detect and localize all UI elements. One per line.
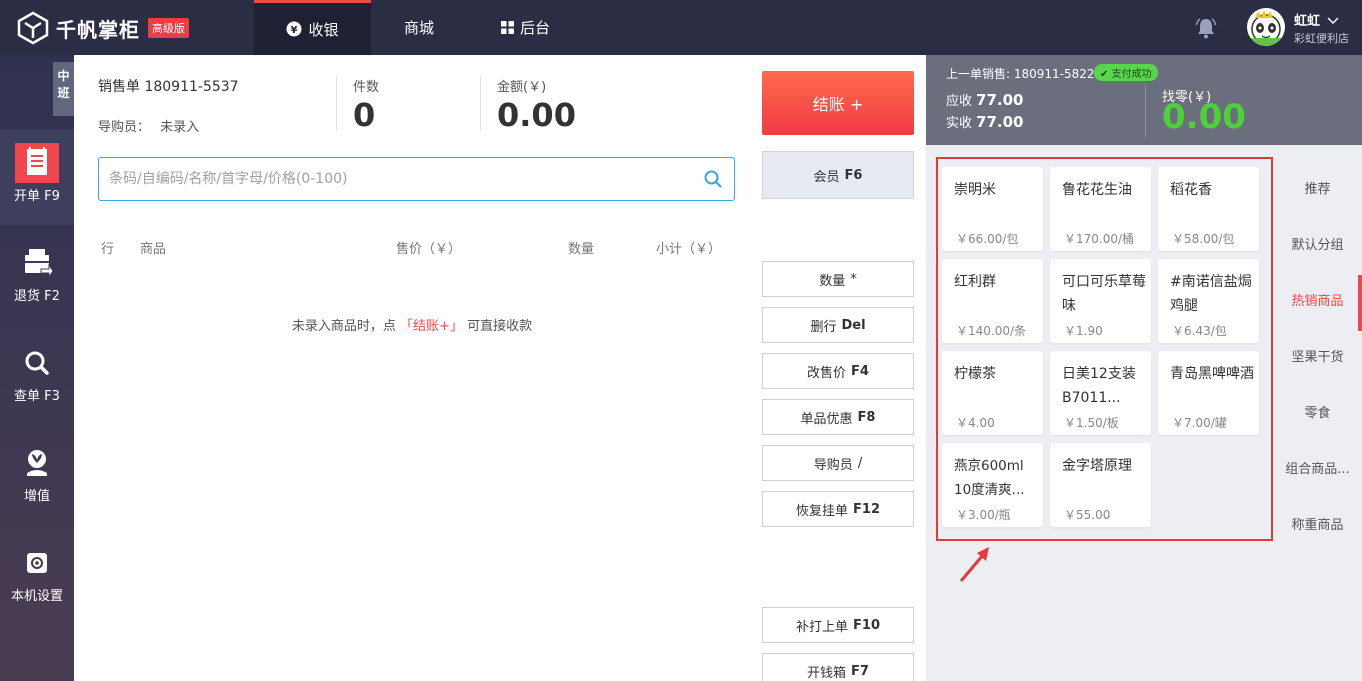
- member-button[interactable]: 会员 F6: [762, 151, 914, 199]
- column-header-subtotal: 小计（￥）: [656, 242, 722, 257]
- top-bar: 千帆掌柜 高级版 ¥ 收银 商城 后台 虹虹 彩虹便利店: [0, 0, 1362, 55]
- chevron-down-icon: [1327, 17, 1339, 25]
- quantity-button[interactable]: 数量 *: [762, 261, 914, 297]
- product-card[interactable]: 柠檬茶 ￥4.00: [942, 351, 1043, 435]
- nav-tab-label: 商城: [403, 19, 434, 37]
- last-sale-panel: 上一单销售: 180911-5822 ✔ 支付成功 应收 77.00 实收 77.0…: [926, 55, 1362, 145]
- gear-icon: [27, 553, 47, 573]
- product-card[interactable]: 燕京600ml 10度清爽... ￥3.00/瓶: [942, 443, 1043, 527]
- check-circle-icon: ✔: [1100, 69, 1109, 80]
- product-card[interactable]: 稻花香 ￥58.00/包: [1158, 167, 1259, 251]
- sidebar-item-label: 本机设置: [10, 589, 63, 604]
- product-card[interactable]: 金字塔原理 ￥55.00: [1050, 443, 1151, 527]
- nav-tab-cashier[interactable]: ¥ 收银: [254, 0, 371, 55]
- logo-text: 千帆掌柜: [56, 17, 140, 42]
- search-box: [98, 157, 735, 201]
- column-header-product: 商品: [140, 242, 167, 257]
- open-cash-drawer-button[interactable]: 开钱箱 F7: [762, 653, 914, 681]
- active-category-indicator: [1358, 275, 1362, 331]
- return-box-icon: [25, 249, 54, 279]
- product-card[interactable]: 日美12支装B7011... ￥1.50/板: [1050, 351, 1151, 435]
- status-badge: ✔ 支付成功: [1094, 64, 1158, 81]
- item-discount-button[interactable]: 单品优惠 F8: [762, 399, 914, 435]
- sidebar-item-return[interactable]: 退货 F2: [0, 229, 74, 325]
- sidebar-item-label: 增值: [23, 489, 50, 504]
- count-value: 0: [353, 96, 376, 134]
- empty-hint: 未录入商品时，点 「结账+」 可直接收款: [291, 319, 533, 334]
- nav-tab-label: 收银: [308, 20, 339, 39]
- restore-held-order-button[interactable]: 恢复挂单 F12: [762, 491, 914, 527]
- store-name: 彩虹便利店: [1294, 32, 1349, 45]
- delete-row-button[interactable]: 删行 Del: [762, 307, 914, 343]
- sidebar-item-label: 开单 F9: [14, 189, 60, 204]
- product-card[interactable]: 青岛黑啤啤酒 ￥7.00/罐: [1158, 351, 1259, 435]
- column-header-quantity: 数量: [568, 242, 595, 257]
- count-label: 件数: [353, 80, 380, 95]
- guide-label: 导购员：: [98, 120, 151, 135]
- category-item[interactable]: 称重商品: [1273, 498, 1362, 554]
- annotation-arrow-icon: [959, 547, 989, 582]
- category-item[interactable]: 推荐: [1273, 162, 1362, 218]
- shift-tag: 中班: [53, 62, 74, 116]
- product-card[interactable]: 崇明米 ￥66.00/包: [942, 167, 1043, 251]
- checkout-button[interactable]: 结账 +: [762, 71, 914, 135]
- reprint-last-button[interactable]: 补打上单 F10: [762, 607, 914, 643]
- sidebar-item-label: 退货 F2: [14, 289, 60, 304]
- sidebar-item-label: 查单 F3: [14, 389, 60, 404]
- sprout-icon: [27, 450, 47, 476]
- nav-tab-mall[interactable]: 商城: [371, 0, 467, 55]
- category-item[interactable]: 默认分组: [1273, 218, 1362, 274]
- amount-value: 0.00: [497, 96, 576, 134]
- category-item[interactable]: 组合商品...: [1273, 442, 1362, 498]
- sidebar-item-settings[interactable]: 本机设置: [0, 529, 74, 625]
- product-card[interactable]: 鲁花花生油 ￥170.00/桶: [1050, 167, 1151, 251]
- product-card[interactable]: 可口可乐草莓味 ￥1.90: [1050, 259, 1151, 343]
- nav-tab-label: 后台: [519, 19, 550, 37]
- nav-tab-backend[interactable]: 后台: [467, 0, 584, 55]
- svg-text:¥: ¥: [291, 25, 298, 36]
- guide-button[interactable]: 导购员 /: [762, 445, 914, 481]
- paid: 实收 77.00: [946, 113, 1024, 131]
- guide-value: 未录入: [160, 120, 200, 135]
- avatar[interactable]: [1247, 8, 1285, 46]
- search-icon: [25, 351, 49, 375]
- bell-icon[interactable]: [1194, 16, 1218, 40]
- amount-label: 金额(￥): [497, 80, 547, 95]
- product-card[interactable]: 红利群 ￥140.00/条: [942, 259, 1043, 343]
- change-value: 0.00: [1162, 97, 1246, 137]
- sidebar-item-value-added[interactable]: 增值: [0, 429, 74, 525]
- category-item-active[interactable]: 热销商品: [1273, 274, 1362, 330]
- category-item[interactable]: 零食: [1273, 386, 1362, 442]
- category-item[interactable]: 坚果干货: [1273, 330, 1362, 386]
- receivable: 应收 77.00: [946, 91, 1024, 109]
- last-sale-title: 上一单销售: 180911-5822: [946, 67, 1095, 81]
- search-input[interactable]: [109, 158, 689, 200]
- search-icon[interactable]: [704, 170, 722, 188]
- logo-mark-icon: [17, 11, 49, 45]
- logo: 千帆掌柜 高级版: [16, 10, 189, 46]
- receipt-icon: [15, 143, 59, 183]
- edition-badge: 高级版: [148, 18, 189, 38]
- change-price-button[interactable]: 改售价 F4: [762, 353, 914, 389]
- column-header-row: 行: [101, 242, 115, 257]
- product-card[interactable]: #南诺信盐焗鸡腿 ￥6.43/包: [1158, 259, 1259, 343]
- order-number: 销售单 180911-5537: [98, 79, 239, 95]
- divider: [480, 75, 481, 131]
- yen-circle-icon: ¥: [286, 21, 302, 37]
- sidebar-item-new-order[interactable]: 开单 F9: [0, 129, 74, 225]
- column-header-price: 售价（￥）: [396, 242, 462, 257]
- user-name[interactable]: 虹虹: [1294, 10, 1339, 29]
- divider: [336, 75, 337, 131]
- checkout-hint-link: 「结账+」: [400, 319, 463, 334]
- sidebar-item-query[interactable]: 查单 F3: [0, 329, 74, 425]
- divider: [1145, 85, 1146, 137]
- grid-icon: [500, 21, 514, 34]
- guide-info: 导购员： 未录入: [98, 116, 199, 135]
